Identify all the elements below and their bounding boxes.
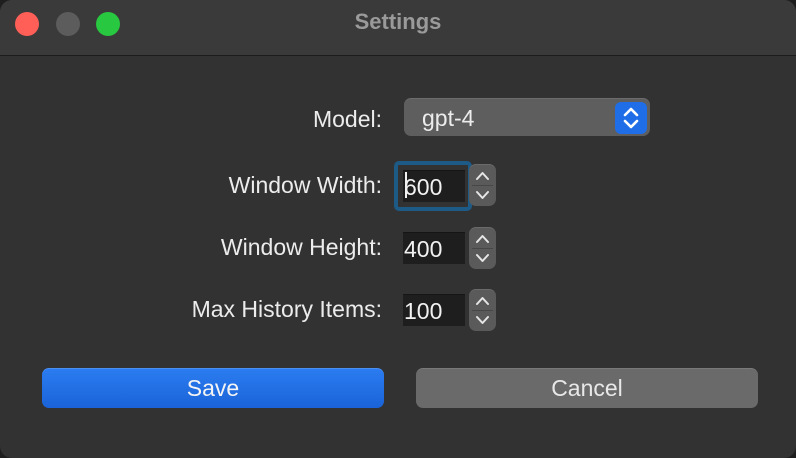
chevron-up-down-icon — [615, 102, 647, 134]
model-label: Model: — [312, 106, 382, 132]
settings-window: Settings Model: gpt-4 Window Width: 600 … — [0, 0, 796, 458]
window-height-field[interactable]: 400 — [403, 232, 465, 264]
window-title: Settings — [354, 9, 442, 34]
stepper-arrows-icon — [476, 235, 489, 262]
window-width-stepper[interactable] — [469, 164, 496, 206]
window-height-label: Window Height: — [220, 234, 382, 260]
window-width-field[interactable]: 600 — [403, 170, 465, 202]
max-history-stepper[interactable] — [469, 289, 496, 331]
window-width-label: Window Width: — [228, 172, 382, 198]
cancel-button[interactable]: Cancel — [416, 368, 758, 408]
max-history-label: Max History Items: — [191, 296, 382, 322]
window-height-stepper[interactable] — [469, 227, 496, 269]
max-history-field[interactable]: 100 — [403, 294, 465, 326]
model-select-value: gpt-4 — [422, 105, 475, 131]
stepper-arrows-icon — [476, 172, 489, 199]
stepper-arrows-icon — [476, 297, 489, 324]
model-select[interactable]: gpt-4 — [404, 98, 650, 136]
title-bar: Settings — [0, 0, 796, 56]
text-caret — [405, 172, 407, 198]
save-button[interactable]: Save — [42, 368, 384, 408]
